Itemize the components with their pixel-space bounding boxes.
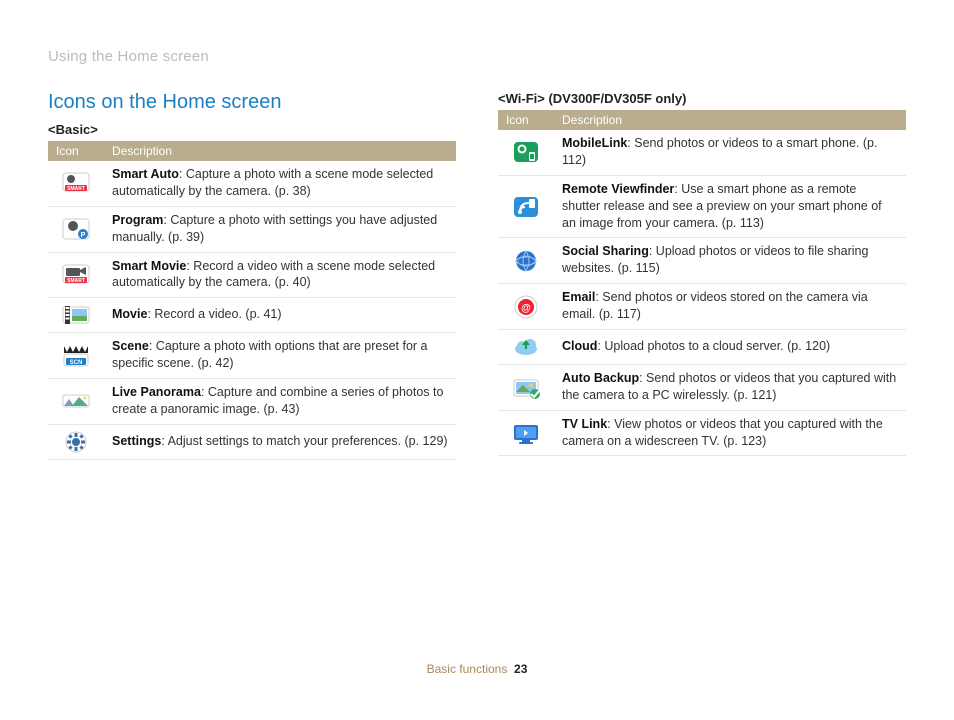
section-title: Icons on the Home screen — [48, 91, 456, 114]
footer-page-number: 23 — [514, 662, 527, 676]
row-title: Smart Movie — [112, 259, 186, 273]
remote-viewfinder-icon — [511, 194, 541, 220]
basic-head-icon: Icon — [48, 141, 104, 161]
row-title: Auto Backup — [562, 371, 639, 385]
wifi-icon-cell — [498, 130, 554, 175]
wifi-icon-cell — [498, 364, 554, 410]
basic-table: Icon Description SMARTSmart Auto: Captur… — [48, 141, 456, 460]
wifi-icon-cell — [498, 329, 554, 364]
email-icon: @ — [511, 294, 541, 320]
row-title: Smart Auto — [112, 167, 179, 181]
movie-icon — [61, 302, 91, 328]
wifi-desc-cell: Cloud: Upload photos to a cloud server. … — [554, 329, 906, 364]
row-title: Email — [562, 290, 595, 304]
wifi-head-desc: Description — [554, 110, 906, 130]
program-icon: P — [61, 216, 91, 242]
wifi-icon-cell: @ — [498, 284, 554, 330]
row-title: Social Sharing — [562, 244, 649, 258]
basic-desc-cell: Settings: Adjust settings to match your … — [104, 424, 456, 459]
table-row: Remote Viewfinder: Use a smart phone as … — [498, 175, 906, 238]
basic-desc-cell: Movie: Record a video. (p. 41) — [104, 298, 456, 333]
row-title: Settings — [112, 434, 161, 448]
row-title: Program — [112, 213, 163, 227]
table-row: MobileLink: Send photos or videos to a s… — [498, 130, 906, 175]
svg-text:SMART: SMART — [67, 186, 85, 192]
scene-icon: SCN — [61, 343, 91, 369]
basic-desc-cell: Smart Movie: Record a video with a scene… — [104, 252, 456, 298]
cloud-icon — [511, 334, 541, 360]
basic-heading: <Basic> — [48, 122, 456, 137]
wifi-icon-cell — [498, 238, 554, 284]
table-row: P Program: Capture a photo with settings … — [48, 206, 456, 252]
wifi-icon-cell — [498, 175, 554, 238]
row-rest: : Capture a photo with options that are … — [112, 339, 427, 370]
basic-icon-cell — [48, 424, 104, 459]
basic-desc-cell: Live Panorama: Capture and combine a ser… — [104, 379, 456, 425]
row-title: MobileLink — [562, 136, 627, 150]
basic-head-desc: Description — [104, 141, 456, 161]
footer-section: Basic functions — [427, 662, 508, 676]
svg-text:@: @ — [521, 303, 531, 314]
row-title: Cloud — [562, 339, 597, 353]
wifi-heading: <Wi-Fi> (DV300F/DV305F only) — [498, 91, 906, 106]
table-row: @ Email: Send photos or videos stored on … — [498, 284, 906, 330]
table-row: TV Link: View photos or videos that you … — [498, 410, 906, 456]
mobilelink-icon — [511, 139, 541, 165]
row-rest: : View photos or videos that you capture… — [562, 417, 883, 448]
wifi-desc-cell: Email: Send photos or videos stored on t… — [554, 284, 906, 330]
row-title: Movie — [112, 307, 147, 321]
basic-icon-cell — [48, 298, 104, 333]
wifi-desc-cell: Remote Viewfinder: Use a smart phone as … — [554, 175, 906, 238]
wifi-desc-cell: MobileLink: Send photos or videos to a s… — [554, 130, 906, 175]
column-basic: Icons on the Home screen <Basic> Icon De… — [48, 91, 456, 460]
basic-desc-cell: Program: Capture a photo with settings y… — [104, 206, 456, 252]
smart-auto-icon: SMART — [61, 170, 91, 196]
live-panorama-icon — [61, 388, 91, 414]
column-wifi: <Wi-Fi> (DV300F/DV305F only) Icon Descri… — [498, 91, 906, 460]
row-title: Scene — [112, 339, 149, 353]
table-row: SMART Smart Auto: Capture a photo with a … — [48, 161, 456, 206]
table-row: Auto Backup: Send photos or videos that … — [498, 364, 906, 410]
wifi-head-icon: Icon — [498, 110, 554, 130]
basic-icon-cell: P — [48, 206, 104, 252]
svg-text:SMART: SMART — [67, 278, 85, 284]
breadcrumb: Using the Home screen — [48, 48, 906, 65]
row-rest: : Send photos or videos stored on the ca… — [562, 290, 868, 321]
smart-movie-icon: SMART — [61, 262, 91, 288]
basic-icon-cell: SCN — [48, 333, 104, 379]
page-footer: Basic functions 23 — [0, 662, 954, 676]
table-row: Cloud: Upload photos to a cloud server. … — [498, 329, 906, 364]
basic-desc-cell: Smart Auto: Capture a photo with a scene… — [104, 161, 456, 206]
wifi-desc-cell: Social Sharing: Upload photos or videos … — [554, 238, 906, 284]
tv-link-icon — [511, 420, 541, 446]
basic-desc-cell: Scene: Capture a photo with options that… — [104, 333, 456, 379]
basic-icon-cell — [48, 379, 104, 425]
settings-icon — [61, 429, 91, 455]
table-row: Social Sharing: Upload photos or videos … — [498, 238, 906, 284]
table-row: Movie: Record a video. (p. 41) — [48, 298, 456, 333]
table-row: SMART Smart Movie: Record a video with a … — [48, 252, 456, 298]
row-rest: : Adjust settings to match your preferen… — [161, 434, 447, 448]
basic-icon-cell: SMART — [48, 161, 104, 206]
table-row: Live Panorama: Capture and combine a ser… — [48, 379, 456, 425]
auto-backup-icon — [511, 374, 541, 400]
basic-icon-cell: SMART — [48, 252, 104, 298]
svg-text:SCN: SCN — [70, 360, 83, 366]
wifi-desc-cell: Auto Backup: Send photos or videos that … — [554, 364, 906, 410]
row-title: Remote Viewfinder — [562, 182, 674, 196]
svg-text:P: P — [81, 232, 86, 239]
row-title: TV Link — [562, 417, 607, 431]
wifi-table: Icon Description MobileLink: Send photos… — [498, 110, 906, 456]
wifi-icon-cell — [498, 410, 554, 456]
social-sharing-icon — [511, 248, 541, 274]
row-title: Live Panorama — [112, 385, 201, 399]
content-columns: Icons on the Home screen <Basic> Icon De… — [48, 91, 906, 460]
row-rest: : Record a video. (p. 41) — [147, 307, 281, 321]
wifi-desc-cell: TV Link: View photos or videos that you … — [554, 410, 906, 456]
table-row: Settings: Adjust settings to match your … — [48, 424, 456, 459]
row-rest: : Upload photos to a cloud server. (p. 1… — [597, 339, 830, 353]
table-row: SCN Scene: Capture a photo with options t… — [48, 333, 456, 379]
